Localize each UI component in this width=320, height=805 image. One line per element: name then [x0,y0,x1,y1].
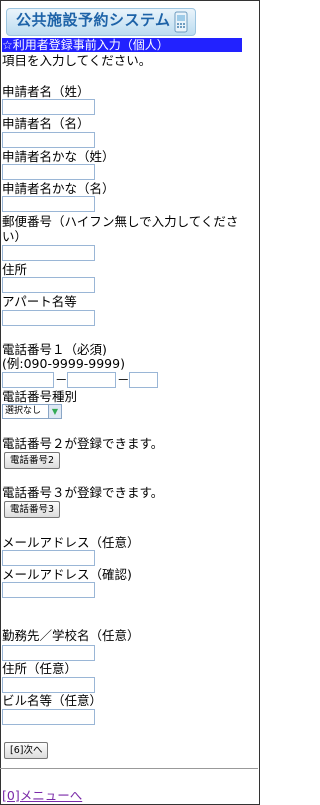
work-address-input[interactable] [2,677,95,693]
first-name-kana-label: 申請者名かな（名） [2,181,115,196]
last-name-kana-label: 申請者名かな（姓） [2,149,115,164]
phone3-button[interactable]: 電話番号3 [4,501,61,518]
last-name-input[interactable] [2,99,95,115]
phone2-button[interactable]: 電話番号2 [4,452,61,469]
phone1-part2-input[interactable] [67,372,116,388]
phone-type-label: 電話番号種別 [2,389,78,404]
postal-code-input[interactable] [2,245,95,261]
divider [0,768,258,769]
phone1-part1-input[interactable] [2,372,54,388]
instruction-text: 項目を入力してください。 [2,53,152,68]
phone-icon [174,11,188,33]
first-name-label: 申請者名（名） [2,116,90,131]
phone-type-select[interactable]: 選択なし ▼ [2,404,62,419]
chevron-down-icon: ▼ [48,405,61,418]
menu-link[interactable]: [0]メニューへ [2,788,82,803]
site-logo: 公共施設予約システム [6,8,196,36]
phone3-note: 電話番号３が登録できます。 [2,485,164,500]
first-name-kana-input[interactable] [2,196,95,212]
workplace-input[interactable] [2,645,95,661]
next-button[interactable]: [6]次へ [4,742,49,759]
phone1-part3-input[interactable] [129,372,158,388]
phone1-example: (例:090-9999-9999) [2,356,125,371]
postal-code-label: 郵便番号（ハイフン無しで入力してください） [2,214,239,244]
building-label: ビル名等（任意） [2,693,103,708]
phone-type-selected: 選択なし [5,406,42,416]
workplace-label: 勤務先／学校名（任意） [2,628,140,643]
apartment-label: アパート名等 [2,294,77,309]
first-name-input[interactable] [2,132,95,148]
phone-separator-2: － [117,372,130,387]
page-title: ☆利用者登録事前入力（個人） [2,38,242,52]
logo-text: 公共施設予約システム [16,11,171,29]
apartment-input[interactable] [2,310,95,326]
email-confirm-input[interactable] [2,582,95,598]
phone1-label: 電話番号１（必須) [2,342,107,357]
email-input[interactable] [2,550,95,566]
building-input[interactable] [2,709,95,725]
last-name-kana-input[interactable] [2,164,95,180]
email-confirm-label: メールアドレス（確認) [2,567,132,582]
email-label: メールアドレス（任意） [2,535,140,550]
phone2-note: 電話番号２が登録できます。 [2,436,164,451]
last-name-label: 申請者名（姓） [2,84,90,99]
phone-separator-1: － [55,372,68,387]
address-input[interactable] [2,277,95,293]
address-label: 住所 [2,262,28,277]
work-address-label: 住所（任意） [2,661,78,676]
